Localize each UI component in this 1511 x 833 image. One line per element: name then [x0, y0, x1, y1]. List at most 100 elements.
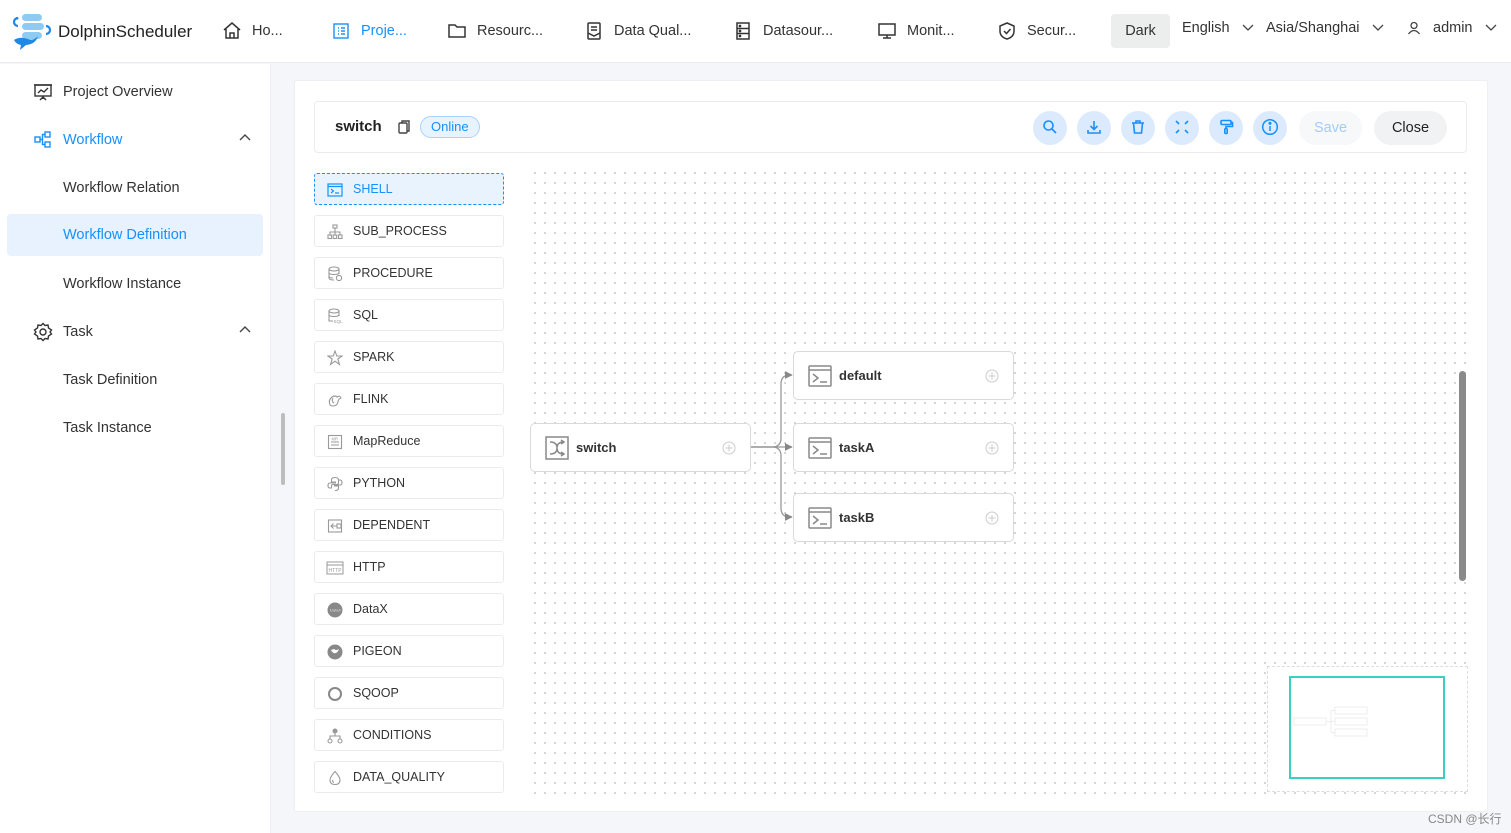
palette-item-label: PIGEON [353, 644, 402, 658]
gear-icon [33, 322, 53, 342]
info-button[interactable] [1253, 111, 1287, 145]
minimap-viewport[interactable] [1289, 676, 1445, 779]
nav-monitor[interactable]: Monit... [877, 20, 955, 42]
minimap-preview [1293, 706, 1368, 737]
folder-icon [447, 21, 467, 41]
sidebar-item-workflow-relation[interactable]: Workflow Relation [7, 167, 263, 209]
delete-button[interactable] [1121, 111, 1155, 145]
datasource-icon [733, 21, 753, 41]
timezone-select[interactable]: Asia/Shanghai [1266, 20, 1384, 36]
palette-item-spark[interactable]: SPARK [314, 341, 504, 373]
nav-project[interactable]: Proje... [331, 20, 407, 42]
palette-item-sub-process[interactable]: SUB_PROCESS [314, 215, 504, 247]
node-label: default [839, 368, 882, 383]
sidebar-item-label: Workflow [63, 132, 123, 148]
search-button[interactable] [1033, 111, 1067, 145]
sidebar-item-project-overview[interactable]: Project Overview [7, 71, 263, 113]
workflow-name: switch [335, 118, 382, 135]
flink-icon [326, 391, 344, 409]
palette-item-label: DATA_QUALITY [353, 770, 445, 784]
language-select[interactable]: English [1182, 20, 1254, 36]
language-label: English [1182, 20, 1230, 36]
svg-text:DataX: DataX [330, 608, 341, 613]
palette-item-python[interactable]: PYTHON [314, 467, 504, 499]
user-menu[interactable]: admin [1407, 20, 1497, 36]
sidebar-item-task-instance[interactable]: Task Instance [7, 407, 263, 449]
palette-item-label: SPARK [353, 350, 395, 364]
procedure-icon [326, 265, 344, 283]
nav-data-quality[interactable]: Data Qual... [584, 20, 691, 42]
sidebar-item-workflow-definition[interactable]: Workflow Definition [7, 214, 263, 256]
palette-item-datax[interactable]: DataX DataX [314, 593, 504, 625]
shell-task-icon [808, 507, 832, 529]
format-button[interactable] [1209, 111, 1243, 145]
palette-item-procedure[interactable]: PROCEDURE [314, 257, 504, 289]
palette-item-label: PROCEDURE [353, 266, 433, 280]
nav-security[interactable]: Secur... [997, 20, 1076, 42]
sidebar-item-label: Project Overview [63, 84, 173, 100]
shell-icon [326, 181, 344, 199]
nav-security-label: Secur... [1027, 23, 1077, 39]
sidebar-item-task-definition[interactable]: Task Definition [7, 359, 263, 401]
palette-item-pigeon[interactable]: PIGEON [314, 635, 504, 667]
palette-item-label: FLINK [353, 392, 389, 406]
nav-home[interactable]: Ho... [222, 20, 283, 42]
canvas-scrollbar[interactable] [1459, 371, 1466, 581]
chevron-down-icon [1485, 24, 1497, 32]
dag-node-taskA[interactable]: taskA [793, 423, 1014, 472]
palette-item-label: DataX [353, 602, 388, 616]
palette-item-label: CONDITIONS [353, 728, 432, 742]
home-icon [222, 21, 242, 41]
palette-item-flink[interactable]: FLINK [314, 383, 504, 415]
user-icon [1407, 21, 1421, 35]
palette-item-label: MapReduce [353, 434, 421, 448]
chevron-down-icon [1372, 24, 1384, 32]
palette-item-label: SQOOP [353, 686, 399, 700]
palette-item-conditions[interactable]: CONDITIONS [314, 719, 504, 751]
dag-node-taskB[interactable]: taskB [793, 493, 1014, 542]
theme-toggle-button[interactable]: Dark [1111, 14, 1170, 48]
palette-item-shell[interactable]: SHELL [314, 173, 504, 205]
close-button[interactable]: Close [1374, 111, 1447, 145]
nav-data-quality-label: Data Qual... [614, 23, 692, 39]
paint-roller-icon [1218, 119, 1234, 138]
app-logo[interactable]: DolphinScheduler [10, 12, 192, 52]
mapreduce-icon: MR [326, 433, 344, 451]
palette-item-sqoop[interactable]: SQOOP [314, 677, 504, 709]
add-node-icon[interactable] [985, 441, 999, 455]
palette-item-mapreduce[interactable]: MR MapReduce [314, 425, 504, 457]
node-label: taskA [839, 440, 875, 455]
sidebar-item-workflow[interactable]: Workflow [7, 119, 263, 161]
dag-toolbar: switch Online Save Close [314, 101, 1467, 153]
timezone-label: Asia/Shanghai [1266, 20, 1360, 36]
svg-text:SQL: SQL [334, 319, 344, 324]
nav-datasource[interactable]: Datasour... [733, 20, 833, 42]
save-button[interactable]: Save [1299, 111, 1362, 145]
add-node-icon[interactable] [985, 369, 999, 383]
nav-resources[interactable]: Resourc... [447, 20, 543, 42]
palette-item-sql[interactable]: SQL SQL [314, 299, 504, 331]
dag-node-default[interactable]: default [793, 351, 1014, 400]
info-icon [1261, 118, 1279, 139]
data-quality-icon [584, 21, 604, 41]
palette-item-http[interactable]: HTTP HTTP [314, 551, 504, 583]
palette-item-dependent[interactable]: DEPENDENT [314, 509, 504, 541]
sidebar-item-workflow-instance[interactable]: Workflow Instance [7, 263, 263, 305]
fullscreen-button[interactable] [1165, 111, 1199, 145]
sidebar-scrollbar[interactable] [281, 413, 285, 485]
python-icon [326, 475, 344, 493]
dolphin-logo-icon [12, 14, 52, 50]
sidebar-item-task[interactable]: Task [7, 311, 263, 353]
dag-node-switch[interactable]: switch [530, 423, 751, 472]
trash-icon [1130, 119, 1146, 138]
palette-item-data-quality[interactable]: DATA_QUALITY [314, 761, 504, 793]
shield-icon [997, 21, 1017, 41]
add-node-icon[interactable] [985, 511, 999, 525]
palette-item-label: SHELL [353, 182, 393, 196]
monitor-icon [877, 21, 897, 41]
spark-icon [326, 349, 344, 367]
node-label: switch [576, 440, 617, 455]
download-button[interactable] [1077, 111, 1111, 145]
add-node-icon[interactable] [722, 441, 736, 455]
copy-icon[interactable] [397, 119, 411, 135]
